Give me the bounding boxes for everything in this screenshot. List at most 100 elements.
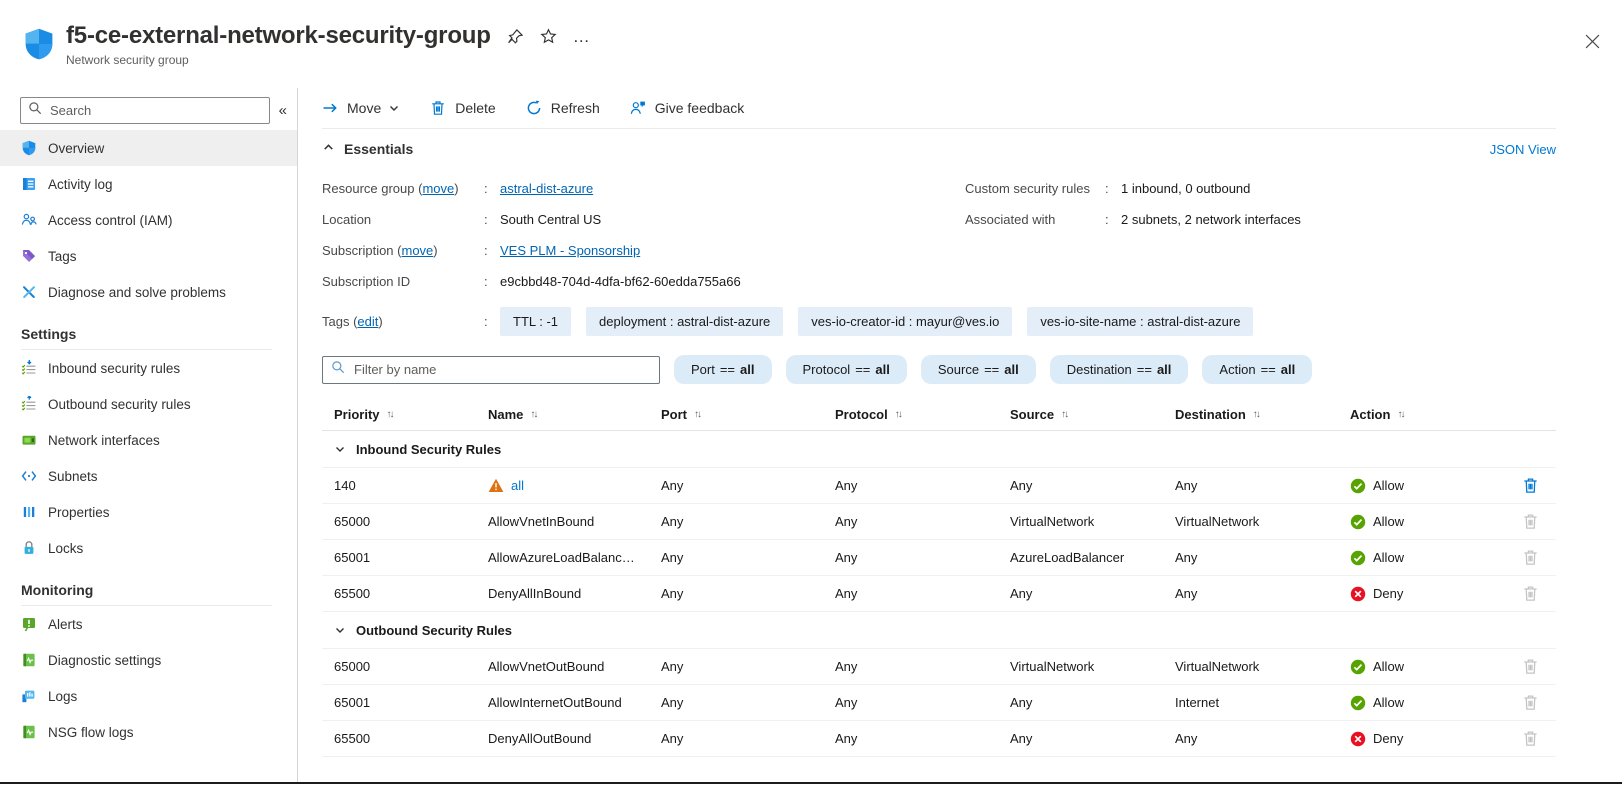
filter-by-name-input[interactable] (352, 361, 651, 378)
destination-cell: VirtualNetwork (1175, 659, 1350, 674)
feedback-person-icon (630, 100, 646, 116)
chevron-down-icon (388, 102, 400, 114)
rule-name: AllowVnetInBound (488, 514, 594, 529)
move-button[interactable]: Move (322, 100, 400, 116)
priority-cell: 65500 (322, 586, 488, 601)
tags-edit-link[interactable]: edit (357, 314, 378, 329)
sidebar-search-input[interactable] (48, 102, 262, 119)
filter-pill-destination[interactable]: Destination==all (1050, 355, 1189, 384)
sort-arrows-icon: ↑↓ (694, 409, 700, 420)
resource-group-move-link[interactable]: move (422, 181, 454, 196)
priority-cell: 65001 (322, 550, 488, 565)
subscription-move-link[interactable]: move (402, 243, 434, 258)
sidebar-item-inbound-security-rules[interactable]: Inbound security rules (0, 350, 297, 386)
sidebar-item-nsg-flow-logs[interactable]: NSG flow logs (0, 714, 297, 750)
sidebar-item-diagnostic-settings[interactable]: Diagnostic settings (0, 642, 297, 678)
port-cell: Any (661, 478, 835, 493)
name-cell: DenyAllInBound (488, 586, 661, 601)
column-header-port[interactable]: Port↑↓ (661, 407, 835, 422)
priority-cell: 65000 (322, 659, 488, 674)
pin-icon[interactable] (507, 28, 524, 45)
filter-pill-source[interactable]: Source==all (921, 355, 1036, 384)
essentials-header: Essentials JSON View (322, 131, 1556, 167)
sidebar-item-activity-log[interactable]: Activity log (0, 166, 297, 202)
lock-icon (21, 540, 37, 556)
give-feedback-button[interactable]: Give feedback (630, 100, 745, 116)
action-label: Deny (1373, 731, 1403, 746)
sidebar-item-subnets[interactable]: Subnets (0, 458, 297, 494)
json-view-link[interactable]: JSON View (1490, 142, 1556, 157)
flow-logs-book-icon (21, 724, 37, 740)
row-actions-cell (1505, 475, 1556, 496)
essentials-label: Subscription (move) (322, 243, 484, 258)
action-cell: Allow (1350, 478, 1505, 494)
row-actions-cell (1505, 547, 1556, 568)
toolbar-button-label: Move (347, 100, 381, 116)
protocol-cell: Any (835, 550, 1010, 565)
colon-separator: : (484, 274, 500, 289)
sidebar-item-overview[interactable]: Overview (0, 130, 297, 166)
source-cell: VirtualNetwork (1010, 514, 1175, 529)
sidebar-item-access-control-iam[interactable]: Access control (IAM) (0, 202, 297, 238)
rule-name-link[interactable]: all (511, 478, 524, 493)
sidebar-collapse-icon[interactable]: « (279, 102, 287, 119)
column-header-source[interactable]: Source↑↓ (1010, 407, 1175, 422)
source-cell: Any (1010, 478, 1175, 493)
tag-pill[interactable]: ves-io-site-name : astral-dist-azure (1027, 307, 1253, 336)
azure-nsg-overview-blade: f5-ce-external-network-security-group … … (0, 0, 1622, 808)
group-row-outbound-security-rules[interactable]: Outbound Security Rules (322, 612, 1556, 649)
tag-pill[interactable]: ves-io-creator-id : mayur@ves.io (798, 307, 1012, 336)
sidebar-item-tags[interactable]: Tags (0, 238, 297, 274)
main-content: Move Delete Refresh Give feedback Essential… (298, 88, 1622, 782)
column-header-name[interactable]: Name↑↓ (488, 407, 661, 422)
port-cell: Any (661, 586, 835, 601)
deny-cross-icon (1350, 731, 1366, 747)
security-rules-table: Priority↑↓Name↑↓Port↑↓Protocol↑↓Source↑↓… (322, 398, 1556, 757)
filter-pill-action[interactable]: Action==all (1202, 355, 1312, 384)
sidebar-item-label: Network interfaces (48, 433, 160, 448)
delete-button[interactable]: Delete (430, 100, 495, 116)
tag-pill[interactable]: deployment : astral-dist-azure (586, 307, 783, 336)
essentials-label: Associated with (965, 212, 1105, 227)
sidebar-item-properties[interactable]: Properties (0, 494, 297, 530)
column-header-protocol[interactable]: Protocol↑↓ (835, 407, 1010, 422)
sidebar-item-network-interfaces[interactable]: Network interfaces (0, 422, 297, 458)
port-cell: Any (661, 695, 835, 710)
delete-rule-button[interactable] (1520, 475, 1541, 496)
refresh-button[interactable]: Refresh (526, 100, 600, 116)
tag-pill[interactable]: TTL : -1 (500, 307, 571, 336)
allow-check-icon (1350, 659, 1366, 675)
column-header-destination[interactable]: Destination↑↓ (1175, 407, 1350, 422)
name-cell: AllowVnetOutBound (488, 659, 661, 674)
protocol-cell: Any (835, 731, 1010, 746)
sidebar-item-label: Subnets (48, 469, 98, 484)
essentials-left-column: Resource group (move):astral-dist-azureL… (322, 173, 965, 297)
essentials-row-custom-security-rules: Custom security rules:1 inbound, 0 outbo… (965, 173, 1556, 204)
sort-arrows-icon: ↑↓ (530, 409, 536, 420)
action-cell: Allow (1350, 550, 1505, 566)
sidebar-item-logs[interactable]: Logs (0, 678, 297, 714)
security-rule-row: 140allAnyAnyAnyAnyAllow (322, 468, 1556, 504)
close-icon[interactable] (1585, 34, 1600, 54)
row-actions-cell (1505, 656, 1556, 677)
favorite-star-icon[interactable] (540, 28, 557, 45)
sidebar-item-diagnose-and-solve-problems[interactable]: Diagnose and solve problems (0, 274, 297, 310)
move-arrow-icon (322, 100, 338, 116)
group-row-inbound-security-rules[interactable]: Inbound Security Rules (322, 431, 1556, 468)
more-options-icon[interactable]: … (573, 28, 590, 45)
destination-cell: Internet (1175, 695, 1350, 710)
essentials-toggle[interactable]: Essentials (322, 141, 413, 157)
sidebar-item-alerts[interactable]: Alerts (0, 606, 297, 642)
sidebar-item-outbound-security-rules[interactable]: Outbound security rules (0, 386, 297, 422)
sidebar: « OverviewActivity logAccess control (IA… (0, 88, 298, 782)
subscription-value-link[interactable]: VES PLM - Sponsorship (500, 243, 640, 258)
filter-pill-port[interactable]: Port==all (674, 355, 772, 384)
column-header-action[interactable]: Action↑↓ (1350, 407, 1505, 422)
filter-pill-protocol[interactable]: Protocol==all (786, 355, 907, 384)
action-label: Deny (1373, 586, 1403, 601)
sidebar-item-locks[interactable]: Locks (0, 530, 297, 566)
action-cell: Allow (1350, 695, 1505, 711)
resource-group-value-link[interactable]: astral-dist-azure (500, 181, 593, 196)
essentials-row-resource-group: Resource group (move):astral-dist-azure (322, 173, 965, 204)
column-header-priority[interactable]: Priority↑↓ (322, 407, 488, 422)
